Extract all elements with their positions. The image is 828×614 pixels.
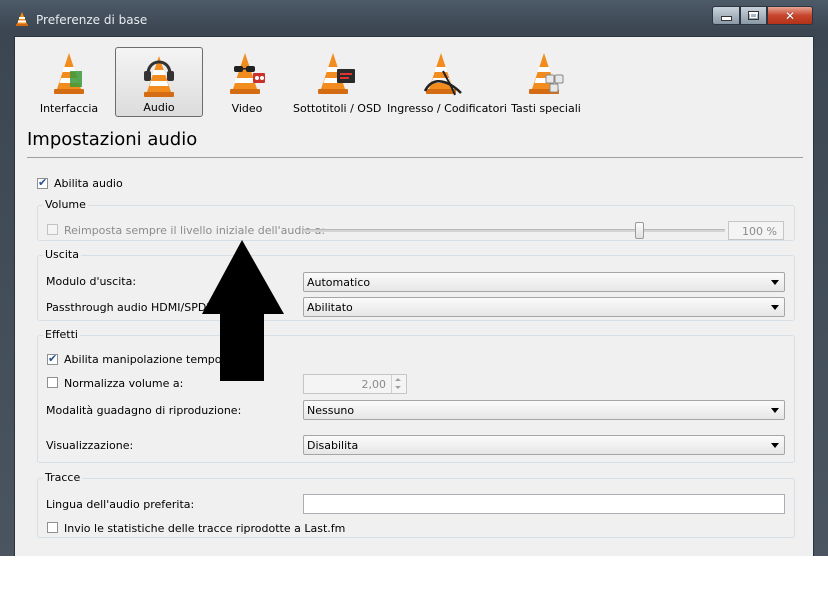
replay-gain-label: Modalità guadagno di riproduzione: xyxy=(46,404,242,417)
vlc-cone-headphones-icon xyxy=(144,56,174,97)
vlc-cone-glasses-icon xyxy=(230,53,265,94)
maximize-button[interactable] xyxy=(740,6,767,25)
spin-down-icon xyxy=(395,386,401,389)
preferences-window: Preferenze di base ✕ Interfaccia Audio V… xyxy=(0,0,828,556)
close-icon: ✕ xyxy=(784,8,796,23)
output-module-select[interactable]: Automatico xyxy=(303,272,785,292)
volume-level-field[interactable]: 100 % xyxy=(728,221,784,240)
category-label: Ingresso / Codificatori xyxy=(387,102,507,115)
vlc-cone-keys-icon xyxy=(529,53,564,94)
enable-audio-label: Abilita audio xyxy=(54,177,123,190)
normalize-spin-buttons[interactable] xyxy=(391,375,406,393)
passthrough-label: Passthrough audio HDMI/SPDIF xyxy=(46,301,216,314)
chevron-down-icon xyxy=(771,408,779,413)
category-label: Interfaccia xyxy=(39,102,99,115)
volume-slider-handle[interactable] xyxy=(635,222,644,239)
normalize-checkbox[interactable] xyxy=(47,377,58,388)
window-title: Preferenze di base xyxy=(36,13,148,27)
reset-volume-checkbox[interactable] xyxy=(47,224,58,235)
maximize-icon xyxy=(748,11,759,20)
normalize-label: Normalizza volume a: xyxy=(64,377,184,390)
vlc-cone-app-icon xyxy=(16,12,28,26)
normalize-spinbox[interactable]: 2,00 xyxy=(303,374,407,394)
category-audio[interactable]: Audio xyxy=(115,47,203,117)
output-group-title: Uscita xyxy=(43,248,81,261)
enable-audio-checkbox[interactable] xyxy=(37,176,48,189)
category-label: Sottotitoli / OSD xyxy=(293,102,382,115)
annotation-arrow-icon xyxy=(202,240,284,381)
chevron-down-icon xyxy=(771,443,779,448)
preferences-panel: Interfaccia Audio Video Sottotitoli / OS… xyxy=(14,36,814,556)
visualization-label: Visualizzazione: xyxy=(46,439,134,452)
category-label: Audio xyxy=(143,101,175,114)
lastfm-label: Invio le statistiche delle tracce riprod… xyxy=(64,522,346,535)
chevron-down-icon xyxy=(771,280,779,285)
normalize-value: 2,00 xyxy=(361,378,387,391)
category-tasti-speciali[interactable]: Tasti speciali xyxy=(509,47,583,117)
volume-slider-track[interactable] xyxy=(303,229,725,232)
spin-up-icon xyxy=(395,378,401,381)
volume-level-value: 100 % xyxy=(742,225,777,238)
effects-group-title: Effetti xyxy=(43,328,80,341)
category-video[interactable]: Video xyxy=(211,47,283,117)
passthrough-select[interactable]: Abilitato xyxy=(303,297,785,317)
passthrough-value: Abilitato xyxy=(307,301,353,314)
lastfm-checkbox[interactable] xyxy=(47,522,58,533)
vlc-cone-interface-icon xyxy=(54,53,84,94)
volume-group-title: Volume xyxy=(43,198,88,211)
replay-gain-value: Nessuno xyxy=(307,404,355,417)
output-module-value: Automatico xyxy=(307,276,371,289)
tracks-group-title: Tracce xyxy=(43,471,83,484)
visualization-select[interactable]: Disabilita xyxy=(303,435,785,455)
time-stretch-checkbox[interactable] xyxy=(47,352,58,365)
title-bar[interactable]: Preferenze di base ✕ xyxy=(0,0,828,36)
page-title: Impostazioni audio xyxy=(27,129,198,150)
category-label: Video xyxy=(231,102,263,115)
preferred-lang-label: Lingua dell'audio preferita: xyxy=(46,498,195,511)
category-sottotitoli[interactable]: Sottotitoli / OSD xyxy=(293,47,381,117)
minimize-button[interactable] xyxy=(712,6,740,25)
visualization-value: Disabilita xyxy=(307,439,359,452)
replay-gain-select[interactable]: Nessuno xyxy=(303,400,785,420)
category-ingresso[interactable]: Ingresso / Codificatori xyxy=(387,47,507,117)
chevron-down-icon xyxy=(771,305,779,310)
preferred-lang-input[interactable] xyxy=(303,494,785,514)
vlc-cone-subtitles-icon xyxy=(318,53,355,94)
category-label: Tasti speciali xyxy=(511,102,581,115)
output-module-label: Modulo d'uscita: xyxy=(46,275,137,288)
close-button[interactable]: ✕ xyxy=(767,6,813,25)
reset-volume-label: Reimposta sempre il livello iniziale del… xyxy=(64,224,326,237)
minimize-icon xyxy=(720,16,732,21)
window-controls: ✕ xyxy=(712,6,813,26)
category-interfaccia[interactable]: Interfaccia xyxy=(31,47,107,117)
title-divider xyxy=(27,157,803,158)
vlc-cone-cable-icon xyxy=(423,53,462,96)
